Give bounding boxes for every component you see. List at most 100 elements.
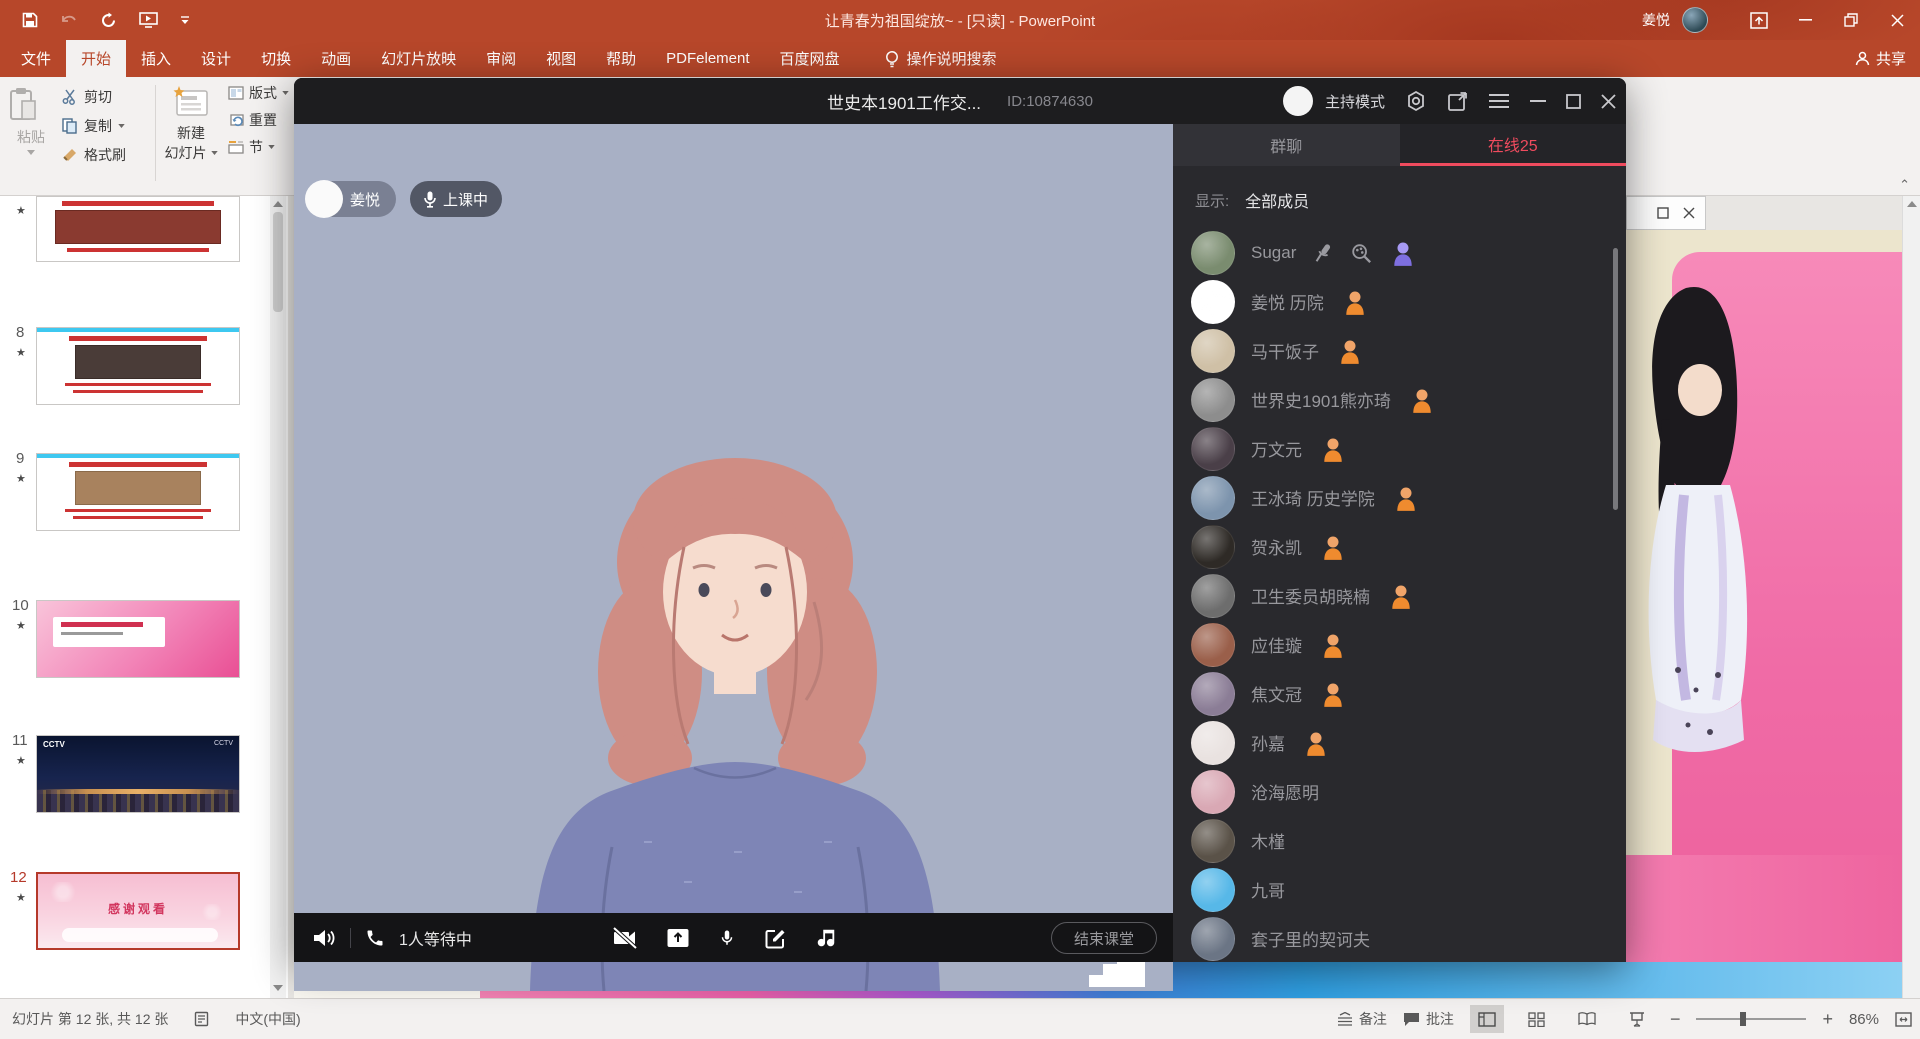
view-slideshow-button[interactable]	[1620, 1005, 1654, 1033]
cut-button[interactable]: 剪切	[62, 87, 126, 107]
scroll-up-icon[interactable]	[1907, 201, 1917, 207]
fit-slide-to-window-icon[interactable]	[1895, 1012, 1912, 1027]
start-slideshow-icon[interactable]	[139, 12, 158, 28]
phone-icon[interactable]	[365, 928, 385, 948]
thumbnail-scrollbar[interactable]	[270, 196, 286, 998]
proofing-icon[interactable]	[194, 1011, 209, 1027]
zoom-slider-thumb[interactable]	[1740, 1012, 1746, 1026]
member-row[interactable]: 卫生委员胡晓楠	[1173, 571, 1626, 620]
member-row[interactable]: 应佳璇	[1173, 620, 1626, 669]
copy-button[interactable]: 复制	[62, 116, 126, 136]
comments-button[interactable]: 批注	[1403, 1009, 1454, 1029]
member-row[interactable]: 焦文冠	[1173, 669, 1626, 718]
tab-chat[interactable]: 群聊	[1173, 124, 1400, 166]
view-normal-button[interactable]	[1470, 1005, 1504, 1033]
member-row[interactable]: 沧海愿明	[1173, 767, 1626, 816]
reset-button[interactable]: 重置	[228, 110, 298, 130]
view-reading-button[interactable]	[1570, 1005, 1604, 1033]
document-scrollbar[interactable]	[1902, 196, 1920, 998]
popout-icon[interactable]	[1447, 91, 1468, 112]
ribbon-tab-开始[interactable]: 开始	[66, 40, 126, 77]
ribbon-tab-视图[interactable]: 视图	[531, 40, 591, 77]
maximize-icon[interactable]	[1657, 207, 1669, 219]
host-mode-label[interactable]: 主持模式	[1325, 91, 1385, 112]
menu-icon[interactable]	[1488, 93, 1510, 109]
slide-10-thumbnail[interactable]	[36, 600, 240, 678]
slide-9-thumbnail[interactable]	[36, 453, 240, 531]
tell-me-search[interactable]: 操作说明搜索	[885, 40, 997, 77]
mic-icon[interactable]	[718, 926, 736, 950]
ribbon-tab-设计[interactable]: 设计	[186, 40, 246, 77]
member-list-scrollbar[interactable]	[1613, 248, 1618, 510]
member-row[interactable]: 木槿	[1173, 816, 1626, 865]
minimize-window-icon[interactable]	[1782, 0, 1828, 40]
member-row[interactable]: 马干饭子	[1173, 326, 1626, 375]
language-indicator[interactable]: 中文(中国)	[235, 1009, 300, 1029]
member-row[interactable]: 世界史1901熊亦琦	[1173, 375, 1626, 424]
ribbon-tab-帮助[interactable]: 帮助	[591, 40, 651, 77]
account-avatar[interactable]	[1682, 7, 1708, 33]
camera-off-icon[interactable]	[612, 927, 638, 949]
scroll-down-icon[interactable]	[273, 985, 283, 991]
ribbon-tab-插入[interactable]: 插入	[126, 40, 186, 77]
member-row[interactable]: 九哥	[1173, 865, 1626, 914]
class-status-badge[interactable]: 上课中	[410, 181, 502, 217]
music-icon[interactable]	[815, 927, 837, 949]
ribbon-tab-审阅[interactable]: 审阅	[471, 40, 531, 77]
filter-value[interactable]: 全部成员	[1245, 188, 1309, 212]
view-slide-sorter-button[interactable]	[1520, 1005, 1554, 1033]
member-row[interactable]: 套子里的契诃夫	[1173, 914, 1626, 962]
redo-icon[interactable]	[100, 12, 117, 29]
ribbon-tab-百度网盘[interactable]: 百度网盘	[765, 40, 855, 77]
qat-customize-icon[interactable]	[180, 15, 190, 25]
zoom-out-button[interactable]: −	[1670, 1009, 1681, 1030]
member-row[interactable]: 王冰琦 历史学院	[1173, 473, 1626, 522]
slide-count-info[interactable]: 幻灯片 第 12 张, 共 12 张	[12, 1009, 168, 1029]
slide-7-thumbnail[interactable]	[36, 196, 240, 262]
zoom-slider[interactable]	[1696, 1018, 1806, 1020]
member-row[interactable]: 孙嘉	[1173, 718, 1626, 767]
slide-8-thumbnail[interactable]	[36, 327, 240, 405]
share-button[interactable]: 共享	[1855, 40, 1906, 77]
member-row[interactable]: 贺永凯	[1173, 522, 1626, 571]
ribbon-tab-切换[interactable]: 切换	[246, 40, 306, 77]
screenshare-icon[interactable]	[666, 927, 690, 949]
close-window-icon[interactable]	[1874, 0, 1920, 40]
ribbon-tab-幻灯片放映[interactable]: 幻灯片放映	[366, 40, 471, 77]
zoom-in-button[interactable]: +	[1822, 1009, 1833, 1030]
member-row[interactable]: 姜悦 历院	[1173, 277, 1626, 326]
annotate-icon[interactable]	[764, 927, 787, 949]
tab-online[interactable]: 在线25	[1400, 124, 1627, 166]
classroom-titlebar[interactable]: 世史本1901工作交... ID:10874630 主持模式	[294, 78, 1626, 124]
restore-window-icon[interactable]	[1828, 0, 1874, 40]
maximize-icon[interactable]	[1566, 94, 1581, 109]
account-name[interactable]: 姜悦	[1642, 10, 1670, 30]
ribbon-tab-PDFelement[interactable]: PDFelement	[651, 40, 764, 77]
layout-button[interactable]: 版式	[228, 83, 298, 103]
close-icon[interactable]	[1683, 207, 1695, 219]
close-icon[interactable]	[1601, 94, 1616, 109]
new-slide-button[interactable]: 新建 幻灯片	[163, 85, 219, 163]
member-row[interactable]: 万文元	[1173, 424, 1626, 473]
ribbon-tab-文件[interactable]: 文件	[6, 40, 66, 77]
save-icon[interactable]	[22, 12, 38, 28]
minimize-icon[interactable]	[1530, 100, 1546, 103]
scrollbar-thumb[interactable]	[273, 212, 283, 312]
ribbon-display-options-icon[interactable]	[1736, 0, 1782, 40]
ribbon-tab-动画[interactable]: 动画	[306, 40, 366, 77]
end-class-button[interactable]: 结束课堂	[1051, 922, 1157, 954]
collapse-ribbon-icon[interactable]: ⌃	[1899, 177, 1910, 193]
format-painter-button[interactable]: 格式刷	[62, 145, 126, 165]
host-avatar[interactable]	[1283, 86, 1313, 116]
member-row[interactable]: Sugar	[1173, 228, 1626, 277]
speaker-icon[interactable]	[312, 927, 336, 949]
paste-button[interactable]: 粘贴	[8, 85, 54, 155]
presenter-badge[interactable]: 姜悦	[306, 181, 396, 217]
notes-button[interactable]: 备注	[1337, 1009, 1387, 1029]
scroll-up-icon[interactable]	[273, 201, 283, 207]
section-button[interactable]: 节	[228, 137, 298, 157]
slide-12-thumbnail[interactable]: 感谢观看	[36, 872, 240, 950]
zoom-level[interactable]: 86%	[1849, 1011, 1879, 1028]
waiting-count[interactable]: 1人等待中	[399, 926, 472, 950]
settings-gear-icon[interactable]	[1405, 90, 1427, 112]
